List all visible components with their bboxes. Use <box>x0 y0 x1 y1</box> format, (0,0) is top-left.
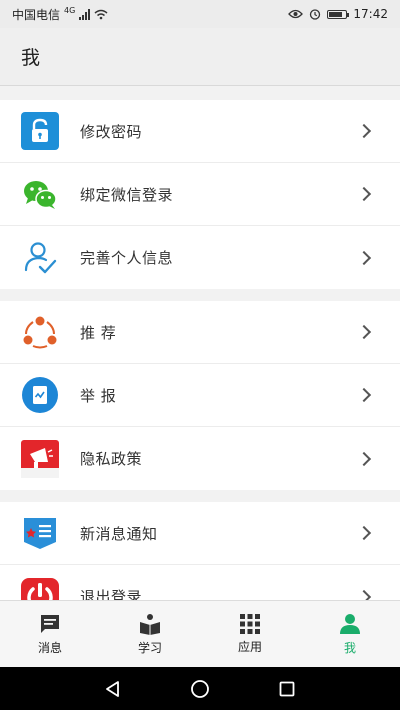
notification-icon <box>21 514 59 552</box>
status-right: 17:42 <box>288 7 388 21</box>
report-icon <box>21 376 59 414</box>
status-left: 中国电信 4G <box>12 6 108 23</box>
power-icon <box>21 577 59 600</box>
item-recommend[interactable]: 推 荐 <box>0 301 400 364</box>
group-system: 新消息通知 退出登录 <box>0 502 400 600</box>
item-privacy-policy[interactable]: 隐私政策 <box>0 427 400 490</box>
signal-icon <box>79 8 91 20</box>
item-label: 绑定微信登录 <box>80 185 174 204</box>
share-icon <box>21 313 59 351</box>
recents-icon <box>279 681 295 696</box>
user-check-icon <box>21 239 59 277</box>
carrier-label: 中国电信 <box>12 7 61 22</box>
tab-label: 我 <box>343 641 356 655</box>
recents-button[interactable] <box>275 677 299 701</box>
item-new-message-notification[interactable]: 新消息通知 <box>0 502 400 565</box>
item-label: 举 报 <box>80 386 117 405</box>
item-change-password[interactable]: 修改密码 <box>0 100 400 163</box>
bottom-tab-bar: 消息 学习 应用 我 <box>0 600 400 667</box>
home-icon <box>191 679 209 698</box>
alarm-icon <box>310 9 321 20</box>
network-label: 4G <box>64 5 76 15</box>
chevron-right-icon <box>356 525 372 541</box>
book-icon <box>140 614 160 635</box>
grid-icon <box>240 614 260 634</box>
item-label: 完善个人信息 <box>80 249 174 267</box>
tab-label: 应用 <box>237 640 262 654</box>
tab-study[interactable]: 学习 <box>100 601 200 667</box>
chevron-right-icon <box>356 324 372 340</box>
person-icon <box>340 614 360 634</box>
chevron-right-icon <box>356 387 372 403</box>
back-button[interactable] <box>101 677 125 701</box>
item-label: 退出登录 <box>80 588 143 600</box>
chevron-right-icon <box>356 186 372 202</box>
tab-me[interactable]: 我 <box>300 601 400 667</box>
wifi-icon <box>94 9 108 19</box>
page-title: 我 <box>21 47 41 69</box>
item-label: 新消息通知 <box>80 524 158 543</box>
status-bar: 中国电信 4G 17:42 <box>0 0 400 28</box>
chevron-right-icon <box>356 250 372 265</box>
item-complete-profile[interactable]: 完善个人信息 <box>0 226 400 289</box>
item-label: 推 荐 <box>80 323 117 342</box>
item-label: 修改密码 <box>80 122 143 141</box>
system-nav-bar <box>0 667 400 710</box>
settings-list: 修改密码 绑定微信登录 完善个人信息 推 荐 举 报 隐私政策 新消息通知 退出… <box>0 86 400 600</box>
item-report[interactable]: 举 报 <box>0 364 400 427</box>
chevron-right-icon <box>356 589 372 600</box>
item-logout[interactable]: 退出登录 <box>0 565 400 600</box>
eye-icon <box>288 9 304 19</box>
wechat-icon <box>21 175 59 213</box>
chevron-right-icon <box>356 123 372 139</box>
group-share: 推 荐 举 报 隐私政策 <box>0 301 400 490</box>
item-bind-wechat[interactable]: 绑定微信登录 <box>0 163 400 226</box>
clock: 17:42 <box>353 7 388 21</box>
battery-icon <box>327 9 350 19</box>
chevron-right-icon <box>356 451 372 466</box>
lock-icon <box>21 112 59 150</box>
app-header: 我 <box>0 28 400 86</box>
message-icon <box>41 615 59 633</box>
tab-label: 消息 <box>37 641 62 655</box>
tab-label: 学习 <box>137 641 162 655</box>
home-button[interactable] <box>188 677 212 701</box>
tab-apps[interactable]: 应用 <box>200 601 300 667</box>
tab-messages[interactable]: 消息 <box>0 601 100 667</box>
privacy-icon <box>21 439 59 478</box>
group-account: 修改密码 绑定微信登录 完善个人信息 <box>0 100 400 289</box>
item-label: 隐私政策 <box>80 450 143 468</box>
back-icon <box>106 680 120 697</box>
